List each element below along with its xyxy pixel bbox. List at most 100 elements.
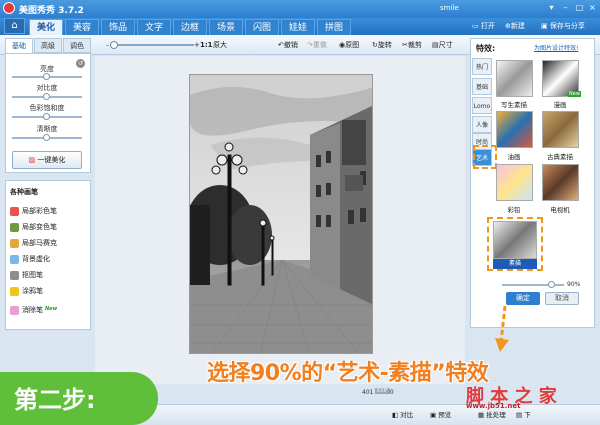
download-button[interactable]: ▤ 下 — [516, 409, 531, 419]
instruction-caption: 选择90%的“艺术-素描”特效 — [207, 361, 489, 386]
brush-item[interactable]: 背景虚化 — [10, 253, 50, 265]
color-brush-icon — [10, 206, 19, 216]
effect-thumb[interactable] — [496, 111, 533, 148]
brush-item[interactable]: 涂鸦笔 — [10, 285, 43, 297]
effect-label: 漫画 — [553, 101, 567, 109]
brush-label: 背景虚化 — [22, 255, 50, 263]
app-title: 美图秀秀 3.7.2 — [19, 6, 84, 16]
tab-advanced[interactable]: 高级 — [34, 38, 62, 53]
zoom-in-icon[interactable]: + — [194, 40, 200, 50]
original-button[interactable]: ◉原图 — [339, 40, 359, 50]
blur-icon — [10, 254, 19, 264]
sharpness-thumb[interactable] — [43, 134, 50, 141]
effect-label: 古典素描 — [547, 153, 573, 161]
undo-button[interactable]: ↶撤销 — [278, 40, 298, 50]
tab-accessories[interactable]: 饰品 — [101, 19, 135, 35]
preview-label: 预览 — [438, 411, 452, 419]
batch-button[interactable]: ▦ 批处理 — [478, 409, 506, 419]
selected-effect-thumb[interactable] — [493, 221, 537, 259]
saturation-thumb[interactable] — [43, 113, 50, 120]
tab-lomo[interactable]: Lomo — [472, 97, 492, 114]
preview-button[interactable]: ▣ 预览 — [430, 409, 451, 419]
tab-basic[interactable]: 基础 — [5, 38, 33, 53]
undo-label: 撤销 — [283, 41, 298, 49]
brush-item[interactable]: 局部变色笔 — [10, 221, 57, 233]
effect-thumb[interactable] — [496, 164, 533, 201]
close-icon[interactable]: × — [586, 2, 599, 14]
maximize-icon[interactable]: □ — [573, 2, 586, 14]
new-button[interactable]: ⊕新建 — [505, 20, 525, 33]
brush-label: 抠图笔 — [22, 271, 43, 279]
zoom-slider[interactable] — [114, 44, 194, 46]
effect-label: 油画 — [507, 153, 521, 161]
compare-label: 对比 — [400, 411, 414, 419]
tab-text[interactable]: 文字 — [137, 19, 171, 35]
contrast-thumb[interactable] — [43, 93, 50, 100]
save-icon: ▣ — [541, 22, 548, 30]
tab-portrait[interactable]: 人像 — [472, 116, 492, 133]
one-click-beautify-button[interactable]: ▨ 一键美化 — [12, 151, 82, 169]
step-title: 第二步: — [14, 386, 96, 414]
tab-hot[interactable]: 热门 — [472, 58, 492, 75]
photo-preview[interactable] — [189, 74, 373, 354]
tab-collage[interactable]: 拼图 — [317, 19, 351, 35]
redo-button[interactable]: ↷重做 — [307, 40, 327, 50]
effect-thumb[interactable] — [542, 111, 579, 148]
brush-item[interactable]: 局部马赛克 — [10, 237, 57, 249]
brush-item[interactable]: 抠图笔 — [10, 269, 43, 281]
crop-button[interactable]: ✂裁剪 — [402, 40, 422, 50]
brush-item[interactable]: 局部彩色笔 — [10, 205, 57, 217]
open-label: 打开 — [480, 22, 495, 30]
effect-thumb[interactable] — [542, 164, 579, 201]
home-icon[interactable]: ⌂ — [4, 18, 25, 34]
exif-button[interactable]: EXIF — [375, 388, 390, 394]
resize-button[interactable]: ▤尺寸 — [432, 40, 453, 50]
new-badge: New — [568, 91, 581, 97]
effects-title: 特效: — [476, 44, 496, 53]
scale-ratio[interactable]: 1:1 — [200, 40, 213, 50]
batch-icon: ▦ — [478, 411, 485, 419]
tab-scene[interactable]: 场景 — [209, 19, 243, 35]
zoom-slider-thumb[interactable] — [110, 41, 118, 49]
title-bar — [0, 0, 600, 18]
open-button[interactable]: ▭ 打开 — [472, 20, 495, 33]
brush-label: 涂鸦笔 — [22, 287, 43, 295]
zoom-out-icon[interactable]: – — [106, 41, 109, 51]
brush-label: 局部马赛克 — [22, 239, 57, 247]
brightness-thumb[interactable] — [43, 73, 50, 80]
tab-beautify[interactable]: 美化 — [29, 19, 63, 35]
rotate-button[interactable]: ↻旋转 — [372, 40, 392, 50]
cancel-button[interactable]: 取消 — [545, 292, 579, 305]
intensity-value: 90% — [567, 281, 581, 288]
tab-frame[interactable]: 边框 — [173, 19, 207, 35]
brush-item[interactable]: 消除笔 — [10, 304, 43, 316]
menu-icon[interactable]: ▾ — [545, 2, 558, 14]
new-badge: New — [45, 306, 58, 312]
design-effects-link[interactable]: 为图片设计特效! — [534, 43, 578, 52]
user-name[interactable]: smile — [440, 4, 459, 12]
minimize-icon[interactable]: – — [559, 2, 572, 14]
new-label: 新建 — [510, 22, 525, 30]
saturation-label: 色彩饱和度 — [29, 104, 65, 112]
cutout-icon — [10, 270, 19, 280]
tab-doll[interactable]: 娃娃 — [281, 19, 315, 35]
recolor-brush-icon — [10, 222, 19, 232]
effect-label: 写生素描 — [501, 101, 527, 109]
sketch-photo — [190, 75, 372, 353]
tab-beauty[interactable]: 美容 — [65, 19, 99, 35]
app-logo-icon — [3, 2, 15, 14]
effect-thumb[interactable] — [496, 60, 533, 97]
original-size-button[interactable]: 原大 — [213, 40, 227, 50]
save-share-button[interactable]: ▣ 保存与分享 — [541, 20, 585, 33]
compare-button[interactable]: ◧ 对比 — [392, 409, 413, 419]
site-watermark-url: www.jb51.net — [466, 402, 521, 410]
doodle-icon — [10, 286, 19, 296]
crop-label: 裁剪 — [407, 41, 422, 49]
tab-basic-effects[interactable]: 基础 — [472, 78, 492, 95]
arrow-down-icon — [495, 305, 509, 352]
preview-icon: ▣ — [430, 411, 437, 419]
intensity-thumb[interactable] — [548, 281, 555, 288]
download-label: 下 — [524, 411, 531, 419]
tab-color[interactable]: 调色 — [63, 38, 91, 53]
tab-flash[interactable]: 闪图 — [245, 19, 279, 35]
